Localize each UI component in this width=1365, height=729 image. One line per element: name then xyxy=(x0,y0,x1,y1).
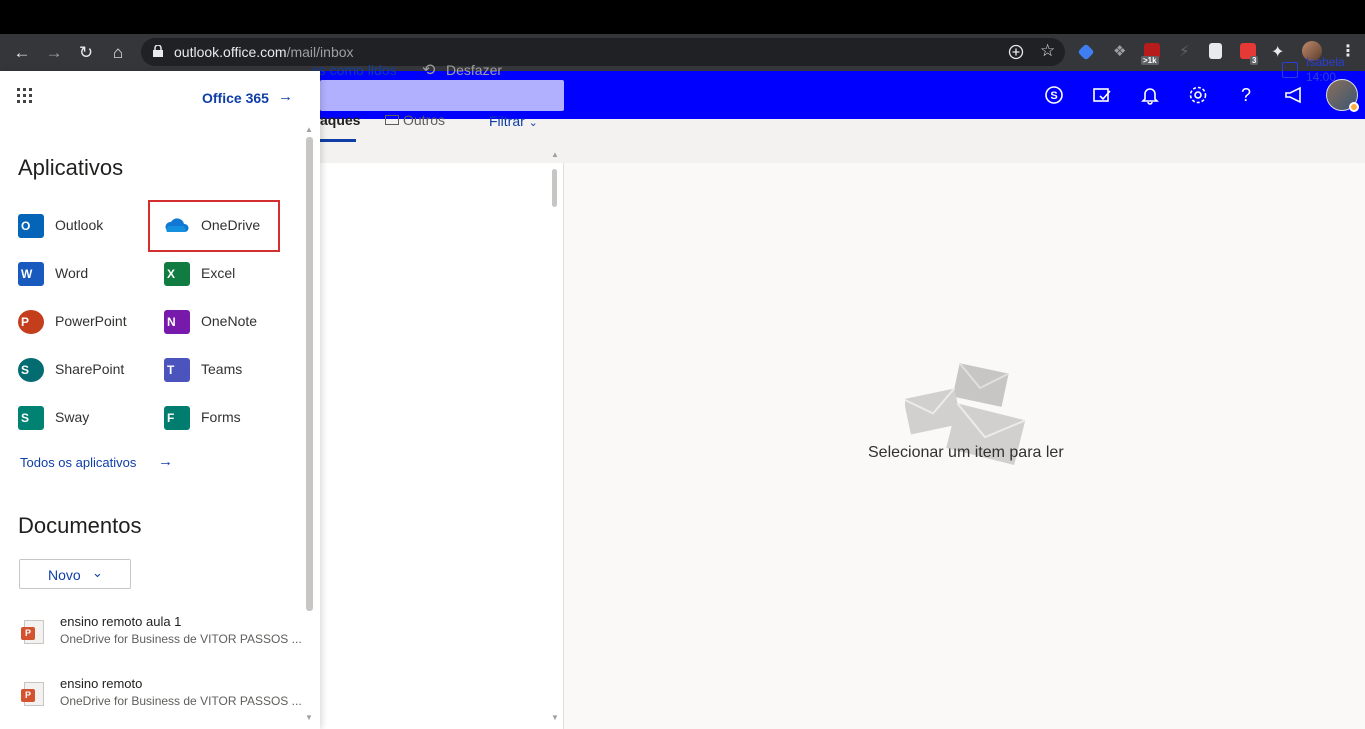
app-sway[interactable]: S Sway xyxy=(18,398,148,438)
launcher-scrollbar-thumb[interactable] xyxy=(306,137,313,611)
calendar-icon[interactable] xyxy=(1282,62,1298,78)
tab-focused[interactable]: aques xyxy=(320,112,360,128)
app-label: Excel xyxy=(201,265,236,281)
onenote-icon: N xyxy=(164,310,190,334)
app-label: PowerPoint xyxy=(55,313,127,329)
scroll-up-icon[interactable]: ▲ xyxy=(305,125,313,134)
puzzle-extensions-icon[interactable]: ✦ xyxy=(1271,42,1284,62)
presence-indicator xyxy=(1349,102,1359,112)
app-excel[interactable]: X Excel xyxy=(164,254,294,294)
url-text[interactable]: outlook.office.com/mail/inbox xyxy=(174,44,354,60)
powerpoint-icon: P xyxy=(18,310,44,334)
app-outlook[interactable]: O Outlook xyxy=(18,206,148,246)
app-onenote[interactable]: N OneNote xyxy=(164,302,294,342)
onedrive-highlight-box xyxy=(148,200,280,252)
excel-icon: X xyxy=(164,262,190,286)
extension-badge-1: >1k xyxy=(1141,56,1159,65)
document-name: ensino remoto aula 1 xyxy=(60,614,182,629)
new-button-label: Novo xyxy=(48,567,81,583)
mail-icon xyxy=(385,115,399,125)
all-apps-link[interactable]: Todos os aplicativos xyxy=(20,455,136,470)
reload-icon[interactable]: ↻ xyxy=(74,41,98,65)
arrow-right-icon: → xyxy=(158,453,173,470)
list-scrollbar-thumb[interactable] xyxy=(552,169,557,207)
undo-button[interactable]: Desfazer xyxy=(446,62,502,78)
document-extension-icon[interactable] xyxy=(1209,43,1222,59)
scroll-down-icon[interactable]: ▼ xyxy=(305,713,313,722)
filter-button[interactable]: Filtrar ⌄ xyxy=(489,113,538,129)
forward-icon[interactable]: → xyxy=(42,41,66,65)
calendar-event-time[interactable]: 14:00 xyxy=(1306,70,1336,84)
scroll-down-icon[interactable]: ▼ xyxy=(551,713,559,722)
scroll-up-icon[interactable]: ▲ xyxy=(551,150,559,159)
url-domain: outlook.office.com xyxy=(174,44,287,60)
feedback-icon[interactable] xyxy=(1282,83,1306,107)
documents-heading: Documentos xyxy=(18,513,142,538)
chevron-down-icon: ⌄ xyxy=(92,565,103,580)
help-icon[interactable]: ? xyxy=(1234,83,1258,107)
app-powerpoint[interactable]: P PowerPoint xyxy=(18,302,148,342)
message-list-pane xyxy=(320,163,564,729)
app-launcher-icon[interactable] xyxy=(16,87,34,105)
screen-top-bar xyxy=(0,0,1365,34)
undo-icon: ⟲ xyxy=(422,62,436,79)
app-label: Forms xyxy=(201,409,241,425)
apps-heading: Aplicativos xyxy=(18,155,124,180)
calendar-event-name[interactable]: Isabela xyxy=(1306,55,1345,69)
app-forms[interactable]: F Forms xyxy=(164,398,294,438)
extension-badge-2: 3 xyxy=(1250,56,1259,65)
filter-label: Filtrar xyxy=(489,113,525,129)
powerpoint-file-icon: P xyxy=(21,682,44,706)
bolt-icon[interactable]: ⚡ xyxy=(1179,42,1190,60)
home-icon[interactable]: ⌂ xyxy=(106,41,130,65)
app-teams[interactable]: T Teams xyxy=(164,350,294,390)
url-path: /mail/inbox xyxy=(286,44,354,60)
document-item[interactable]: P ensino remoto aula 1 OneDrive for Busi… xyxy=(20,614,310,654)
bell-icon[interactable] xyxy=(1138,83,1162,107)
arrow-right-icon: → xyxy=(278,88,293,105)
svg-text:S: S xyxy=(1050,90,1057,102)
chevron-down-icon: ⌄ xyxy=(528,117,538,129)
gear-icon[interactable] xyxy=(1186,83,1210,107)
skype-icon[interactable]: S xyxy=(1042,83,1066,107)
my-day-icon[interactable] xyxy=(1090,83,1114,107)
mark-all-read-button[interactable]: os como lidos xyxy=(311,62,397,78)
app-label: Sway xyxy=(55,409,90,425)
document-item[interactable]: P ensino remoto OneDrive for Business de… xyxy=(20,676,310,716)
office365-link[interactable]: Office 365 xyxy=(202,90,269,106)
powerpoint-file-icon: P xyxy=(21,620,44,644)
app-label: OneNote xyxy=(201,313,258,329)
outlook-icon: O xyxy=(18,214,44,238)
document-location: OneDrive for Business de VITOR PASSOS ..… xyxy=(60,632,302,646)
back-icon[interactable]: ← xyxy=(10,41,34,65)
app-sharepoint[interactable]: S SharePoint xyxy=(18,350,148,390)
word-icon: W xyxy=(18,262,44,286)
app-label: Outlook xyxy=(55,217,104,233)
install-app-icon[interactable] xyxy=(1008,44,1024,60)
tab-focused-underline xyxy=(320,139,356,142)
forms-icon: F xyxy=(164,406,190,430)
app-label: Teams xyxy=(201,361,243,377)
app-label: Word xyxy=(55,265,89,281)
teams-icon: T xyxy=(164,358,190,382)
sharepoint-icon: S xyxy=(18,358,44,382)
sway-icon: S xyxy=(18,406,44,430)
tab-other[interactable]: Outros xyxy=(403,112,445,128)
document-name: ensino remoto xyxy=(60,676,143,691)
search-input[interactable] xyxy=(320,80,564,111)
document-location: OneDrive for Business de VITOR PASSOS ..… xyxy=(60,694,302,708)
app-launcher-panel: Office 365 → Aplicativos O Outlook OneDr… xyxy=(0,71,320,729)
lock-icon xyxy=(153,45,163,57)
bookmark-star-icon[interactable]: ☆ xyxy=(1040,41,1055,61)
dropbox-icon[interactable]: ❖ xyxy=(1113,42,1126,60)
app-word[interactable]: W Word xyxy=(18,254,148,294)
empty-reading-text: Selecionar um item para ler xyxy=(868,444,1064,461)
app-label: SharePoint xyxy=(55,361,125,377)
new-document-button[interactable]: Novo ⌄ xyxy=(19,559,131,589)
